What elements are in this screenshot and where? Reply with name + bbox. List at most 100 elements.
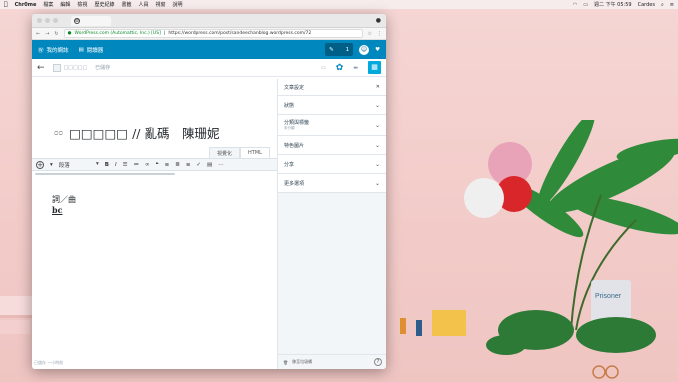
reader-link[interactable]: ▤ 閱讀器: [79, 46, 104, 54]
help-icon[interactable]: ?: [374, 358, 382, 366]
sidebar-section-categories[interactable]: 分類與標籤 未分類 ⌄: [278, 115, 386, 136]
paragraph-format-label: 段落: [58, 162, 70, 169]
wordpress-icon: Ⓦ: [38, 47, 44, 54]
calendar-icon[interactable]: ▦: [368, 61, 381, 74]
chevron-down-icon: ▾: [96, 160, 99, 167]
body-line: 詞／曲: [52, 195, 76, 204]
align-center-icon[interactable]: ≣: [175, 162, 180, 168]
chevron-down-icon[interactable]: ▾: [50, 162, 53, 168]
wordpress-tab-icon: W: [74, 17, 80, 24]
site-selector[interactable]: □□□□□: [52, 63, 87, 72]
format-toolbar: + ▾ 段落 ▾ B I ☰ ≔ ∞ ❝ ≡ ≣ ≡ ✓ ▤ ⋯: [32, 158, 277, 171]
menu-edit[interactable]: 編輯: [60, 1, 70, 8]
bold-icon[interactable]: B: [105, 162, 109, 168]
browser-window: W ● ← → ↻ ● WordPress.com (Automattic, I…: [32, 14, 386, 369]
menu-user[interactable]: Cardes: [638, 2, 655, 8]
link-icon[interactable]: ∞: [145, 162, 150, 168]
sidebar-footer: 🗑 移至垃圾桶 ?: [278, 354, 386, 369]
trash-icon[interactable]: 🗑: [283, 360, 288, 365]
close-editor-icon[interactable]: ←: [37, 63, 45, 73]
preview-icon[interactable]: ▭: [321, 65, 326, 71]
sidebar-section-sub: 未分類: [284, 126, 295, 130]
bullet-list-icon[interactable]: ☰: [123, 162, 128, 168]
menu-file[interactable]: 檔案: [43, 1, 53, 8]
site-icon: [52, 63, 61, 72]
forward-arrow-icon[interactable]: →: [45, 31, 49, 37]
my-sites-link[interactable]: Ⓦ 我的網誌: [38, 46, 69, 54]
write-button[interactable]: ✎ 1: [325, 43, 354, 56]
publish-placeholder-icon[interactable]: ▬: [353, 65, 358, 71]
wp-masterbar: Ⓦ 我的網誌 ▤ 閱讀器 ✎ 1 ☺ ♥: [32, 40, 386, 59]
insert-more-icon[interactable]: ▤: [207, 162, 212, 168]
wallpaper-shelf-lower: [0, 320, 30, 334]
lock-icon: ●: [67, 31, 72, 36]
menu-clock[interactable]: 週二 下午 05:59: [594, 1, 632, 8]
post-body[interactable]: 詞／曲 bc: [52, 195, 76, 215]
post-title-text: □□□□□ // 亂碼 陳珊妮: [69, 126, 220, 141]
post-settings-sidebar: 文章設定 ✕ 狀態 ⌄ 分類與標籤 未分類 ⌄ 特色圖片 ⌄ 分享 ⌄ 更多選項…: [277, 79, 386, 369]
sidebar-section-status[interactable]: 狀態 ⌄: [278, 96, 386, 115]
editor-footer-status: 已儲存 一小時前: [34, 360, 64, 365]
browser-menu-icon[interactable]: ⋮: [377, 31, 382, 37]
notification-icon[interactable]: ≡: [670, 2, 674, 8]
close-window-button[interactable]: [37, 18, 42, 23]
more-options-icon[interactable]: ⋯: [218, 162, 224, 168]
wallpaper-plant-scene: Prisoner: [400, 120, 678, 379]
menu-bar:  Chr0me 檔案 編輯 檢視 歷史紀錄 書籤 人員 視窗 說明 ◠ ▭ 週…: [0, 0, 678, 9]
menu-history[interactable]: 歷史紀錄: [94, 1, 114, 8]
spellcheck-icon[interactable]: ✓: [196, 162, 201, 168]
reload-icon[interactable]: ↻: [54, 31, 58, 37]
close-icon[interactable]: ✕: [376, 84, 380, 90]
chevron-down-icon: ⌄: [374, 179, 380, 187]
paragraph-format-select[interactable]: 段落 ▾: [59, 161, 99, 169]
svg-text:Prisoner: Prisoner: [595, 293, 622, 300]
pencil-icon: ✎: [329, 46, 334, 53]
chevron-down-icon: ⌄: [374, 101, 380, 109]
sidebar-section-more-options[interactable]: 更多選項 ⌄: [278, 174, 386, 193]
reader-icon: ▤: [78, 46, 84, 53]
wifi-icon[interactable]: ◠: [573, 2, 577, 8]
post-editor: ᴑᴑ □□□□□ // 亂碼 陳珊妮 視覺化 HTML + ▾ 段落 ▾ B I…: [32, 79, 277, 369]
sidebar-section-sharing[interactable]: 分享 ⌄: [278, 155, 386, 174]
title-prefix: ᴑᴑ: [54, 128, 64, 137]
menu-bookmarks[interactable]: 書籤: [121, 1, 131, 8]
notifications-bell-icon[interactable]: ♥: [375, 47, 380, 53]
menu-window[interactable]: 視窗: [155, 1, 165, 8]
blockquote-icon[interactable]: ❝: [156, 162, 159, 168]
menu-view[interactable]: 檢視: [77, 1, 87, 8]
browser-tab[interactable]: W: [71, 15, 111, 26]
sidebar-section-label: 狀態: [284, 102, 295, 109]
align-right-icon[interactable]: ≡: [186, 162, 191, 168]
post-title[interactable]: ᴑᴑ □□□□□ // 亂碼 陳珊妮: [54, 123, 219, 142]
sidebar-section-label: 特色圖片: [284, 142, 305, 149]
move-to-trash-link[interactable]: 移至垃圾桶: [292, 359, 312, 365]
sidebar-section-label: 分類與標籤: [284, 120, 310, 126]
sidebar-section-featured-image[interactable]: 特色圖片 ⌄: [278, 136, 386, 155]
url-company: WordPress.com (Automattic, Inc.) [US]: [74, 31, 161, 36]
chevron-down-icon: ⌄: [374, 121, 380, 129]
bookmark-star-icon[interactable]: ☆: [368, 31, 372, 37]
menu-help[interactable]: 說明: [173, 1, 183, 8]
chevron-down-icon: ⌄: [374, 141, 380, 149]
profile-icon[interactable]: ●: [376, 17, 381, 24]
horizontal-scrollbar[interactable]: [35, 173, 175, 175]
italic-icon[interactable]: I: [115, 162, 117, 168]
numbered-list-icon[interactable]: ≔: [134, 162, 140, 168]
spotlight-icon[interactable]: ⌕: [661, 2, 664, 8]
menu-app-name[interactable]: Chr0me: [15, 2, 37, 8]
zoom-window-button[interactable]: [53, 18, 58, 23]
back-arrow-icon[interactable]: ←: [36, 31, 40, 37]
url-field[interactable]: ● WordPress.com (Automattic, Inc.) [US] …: [63, 29, 363, 38]
sidebar-header: 文章設定 ✕: [278, 79, 386, 96]
address-bar-row: ← → ↻ ● WordPress.com (Automattic, Inc.)…: [32, 28, 386, 40]
avatar[interactable]: ☺: [359, 44, 370, 55]
menu-people[interactable]: 人員: [138, 1, 148, 8]
add-content-icon[interactable]: +: [36, 160, 44, 169]
write-count: 1: [345, 46, 350, 53]
window-titlebar: W ●: [32, 14, 386, 28]
align-left-icon[interactable]: ≡: [165, 162, 170, 168]
minimize-window-button[interactable]: [45, 18, 50, 23]
settings-gear-icon[interactable]: ✿: [336, 63, 344, 73]
apple-icon[interactable]: : [4, 1, 8, 8]
battery-icon[interactable]: ▭: [583, 2, 588, 8]
